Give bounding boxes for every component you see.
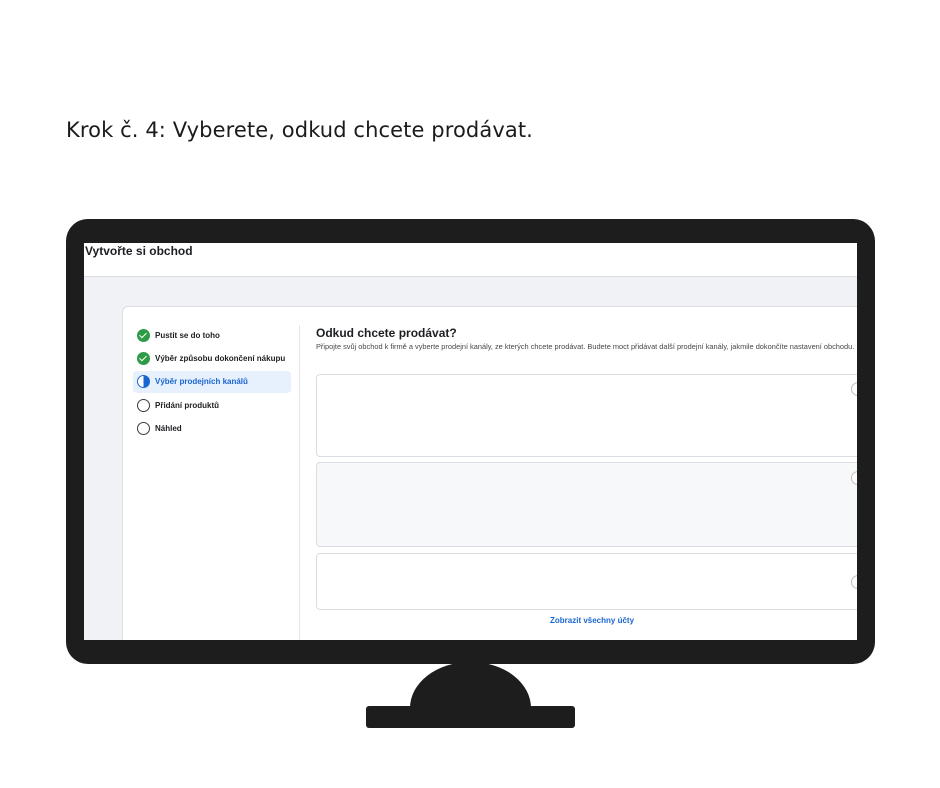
app-header: Vytvořte si obchod [84, 243, 857, 277]
show-all-accounts-link[interactable]: Zobrazit všechny účty [550, 616, 634, 625]
step-item-sales-channels[interactable]: Výběr prodejních kanálů [133, 370, 291, 393]
step-heading: Krok č. 4: Vyberete, odkud chcete prodáv… [66, 118, 533, 142]
channel-option-2[interactable] [316, 462, 857, 547]
step-label: Přidání produktů [155, 400, 219, 410]
empty-circle-icon [137, 398, 150, 412]
monitor-stand-neck [410, 662, 531, 708]
panel-description: Připojte svůj obchod k firmě a vyberte p… [316, 342, 855, 351]
empty-circle-icon [137, 422, 150, 436]
app-title: Vytvořte si obchod [85, 244, 193, 258]
steps-sidebar: Pustit se do toho Výběr způsobu dokončen… [133, 324, 291, 441]
monitor-screen: Vytvořte si obchod Pustit se do toho Výb… [84, 243, 857, 640]
radio-button[interactable] [851, 382, 857, 396]
panel-title: Odkud chcete prodávat? [316, 326, 457, 340]
vertical-divider [299, 325, 300, 640]
sales-channel-panel: Odkud chcete prodávat? Připojte svůj obc… [316, 326, 857, 352]
step-item-preview[interactable]: Náhled [133, 418, 291, 440]
step-label: Pustit se do toho [155, 330, 220, 340]
step-label: Náhled [155, 424, 182, 434]
step-label: Výběr prodejních kanálů [155, 377, 248, 387]
setup-card: Pustit se do toho Výběr způsobu dokončen… [122, 306, 857, 640]
monitor-stand-base [366, 706, 575, 728]
step-item-start[interactable]: Pustit se do toho [133, 324, 291, 346]
half-circle-icon [137, 375, 150, 389]
radio-button[interactable] [851, 575, 857, 589]
step-item-checkout[interactable]: Výběr způsobu dokončení nákupu [133, 347, 291, 369]
step-label: Výběr způsobu dokončení nákupu [155, 353, 286, 363]
radio-button[interactable] [851, 471, 857, 485]
step-item-add-products[interactable]: Přidání produktů [133, 394, 291, 416]
check-circle-icon [137, 328, 150, 342]
channel-option-3[interactable] [316, 553, 857, 610]
check-circle-icon [137, 351, 150, 365]
channel-option-1[interactable] [316, 374, 857, 457]
